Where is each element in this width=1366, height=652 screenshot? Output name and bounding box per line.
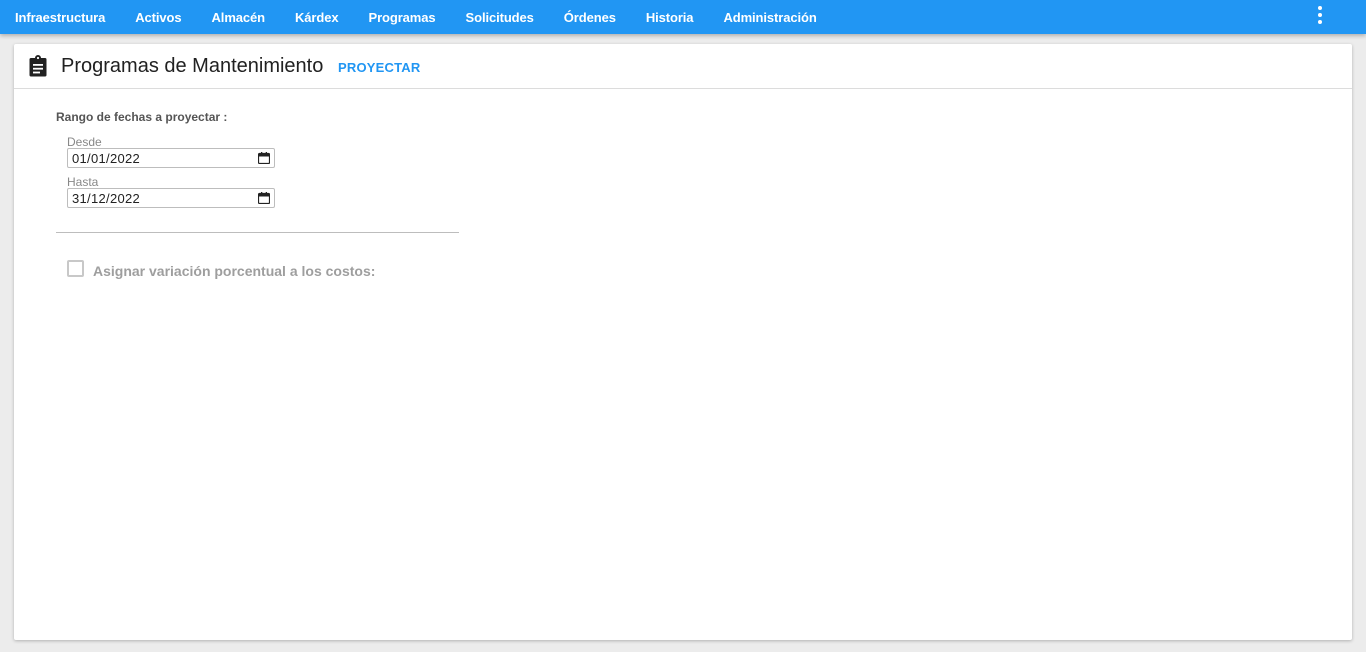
nav-item-kardex[interactable]: Kárdex bbox=[295, 10, 339, 25]
nav-item-programas[interactable]: Programas bbox=[369, 10, 436, 25]
more-vert-icon[interactable] bbox=[1310, 5, 1330, 25]
nav-item-ordenes[interactable]: Órdenes bbox=[564, 10, 616, 25]
clipboard-icon bbox=[29, 55, 47, 77]
nav-item-administracion[interactable]: Administración bbox=[723, 10, 816, 25]
calendar-icon[interactable] bbox=[258, 192, 270, 204]
hasta-label: Hasta bbox=[67, 175, 99, 189]
desde-date-value: 01/01/2022 bbox=[72, 151, 141, 166]
desde-date-input[interactable]: 01/01/2022 bbox=[67, 148, 275, 168]
main-card: Programas de Mantenimiento PROYECTAR Ran… bbox=[14, 44, 1352, 640]
nav-item-infraestructura[interactable]: Infraestructura bbox=[15, 10, 105, 25]
calendar-icon[interactable] bbox=[258, 152, 270, 164]
nav-item-almacen[interactable]: Almacén bbox=[212, 10, 266, 25]
kebab-dot bbox=[1318, 20, 1322, 24]
hasta-date-value: 31/12/2022 bbox=[72, 191, 141, 206]
card-header: Programas de Mantenimiento PROYECTAR bbox=[14, 44, 1352, 89]
kebab-dot bbox=[1318, 13, 1322, 17]
main-nav: Infraestructura Activos Almacén Kárdex P… bbox=[0, 0, 847, 34]
date-range-label: Rango de fechas a proyectar : bbox=[56, 110, 228, 124]
hasta-date-input[interactable]: 31/12/2022 bbox=[67, 188, 275, 208]
section-divider bbox=[56, 232, 459, 233]
cost-variation-label[interactable]: Asignar variación porcentual a los costo… bbox=[93, 263, 375, 279]
nav-item-activos[interactable]: Activos bbox=[135, 10, 181, 25]
nav-item-solicitudes[interactable]: Solicitudes bbox=[466, 10, 534, 25]
cost-variation-checkbox[interactable] bbox=[67, 260, 84, 277]
nav-item-historia[interactable]: Historia bbox=[646, 10, 694, 25]
desde-label: Desde bbox=[67, 135, 102, 149]
page-title: Programas de Mantenimiento bbox=[61, 55, 324, 77]
kebab-dot bbox=[1318, 6, 1322, 10]
proyectar-button[interactable]: PROYECTAR bbox=[338, 60, 420, 75]
top-navbar: Infraestructura Activos Almacén Kárdex P… bbox=[0, 0, 1366, 34]
